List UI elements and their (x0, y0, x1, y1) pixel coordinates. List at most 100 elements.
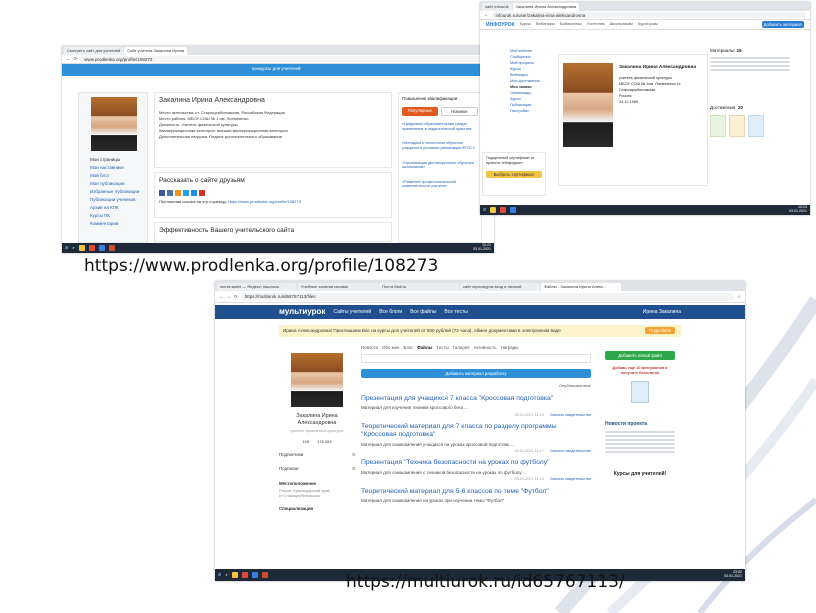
download-certificate[interactable]: Скачать свидетельство (550, 477, 591, 482)
menu-item[interactable]: Мои публикации (90, 180, 150, 188)
sort-label[interactable]: Опубликованные (361, 384, 591, 389)
menu-item[interactable]: Курсы ПК (90, 212, 150, 220)
nav-item[interactable]: Курсы (520, 21, 531, 27)
url-field[interactable]: www.prodlenka.org/profile/108273 (80, 56, 483, 62)
back-icon[interactable]: ← (484, 12, 489, 17)
menu-item[interactable]: Мои наставники (90, 164, 150, 172)
browser-tab[interactable]: Учебные занятия своими (298, 283, 378, 291)
browser-tab[interactable]: Почта Mail.ru (379, 283, 459, 291)
browser-tab[interactable]: почта майл — Яндекс: нашлось (217, 283, 297, 291)
powerpoint-icon[interactable] (261, 572, 268, 578)
download-certificate[interactable]: Скачать свидетельство (550, 449, 591, 454)
promo-button[interactable]: Выбрать сертификат (486, 171, 542, 179)
nav-item[interactable]: Вебинары (536, 21, 555, 27)
search-icon[interactable]: ⌕ (225, 572, 227, 578)
nav-item[interactable]: Кураторам (638, 21, 658, 27)
multiurok-logo[interactable]: мультиурок (279, 307, 325, 317)
reload-icon[interactable]: ⟳ (234, 294, 238, 299)
nav-item[interactable]: Учителям (587, 21, 605, 27)
courses-label[interactable]: Курсы для учителей! (605, 471, 675, 477)
browser-tab[interactable]: сайт мультиурок вход в личный (460, 283, 540, 291)
search-icon[interactable]: ⌕ (72, 245, 74, 251)
subnav-item[interactable]: Галерея (453, 345, 470, 350)
nav-item[interactable]: Все блоги (379, 309, 402, 315)
nav-item[interactable]: Сайты учителей (333, 309, 371, 315)
back-icon[interactable]: ← (219, 294, 224, 299)
browser-tab-active[interactable]: Сайт учителя Закалина Ирина (124, 47, 188, 55)
side-menu-item[interactable]: Настройки (510, 108, 554, 114)
multiurok-caption[interactable]: https://multiurok.ru/id65767113/ (346, 572, 625, 592)
subnav-item[interactable]: Обо мне (382, 345, 399, 350)
twitter-icon[interactable] (183, 189, 189, 196)
course-item[interactable]: «Организация дистанционного обучения шко… (402, 161, 478, 170)
browser-tab[interactable]: Смотреть сайт для учителей (64, 47, 124, 55)
folder-icon[interactable] (490, 207, 497, 213)
file-title[interactable]: Презентация "Техника безопасности на уро… (361, 459, 591, 467)
browser-icon[interactable] (500, 207, 507, 213)
category-field[interactable] (361, 354, 591, 364)
browser-tab-active[interactable]: Закалина Ирина Александровна (512, 3, 580, 11)
promo-button[interactable]: Подробнее (645, 327, 675, 335)
taskbar-clock[interactable]: 10:21 03.01.2021 (473, 243, 491, 252)
ok-icon[interactable] (175, 189, 181, 196)
powerpoint-icon[interactable] (108, 245, 115, 251)
subnav-item[interactable]: Новости (361, 345, 378, 350)
file-title[interactable]: Теоретический материал для 7 класса по р… (361, 423, 591, 439)
url-field[interactable]: infourok.ru/user/zakalina-irina-aleksand… (491, 12, 806, 18)
menu-item[interactable]: Мои страницы (90, 156, 150, 164)
word-icon[interactable] (510, 207, 517, 213)
windows-icon[interactable]: ⊞ (483, 207, 486, 213)
prodlenka-caption[interactable]: https://www.prodlenka.org/profile/108273 (84, 256, 438, 276)
infourok-logo[interactable]: ИНФОУРОК (486, 22, 515, 28)
mailru-icon[interactable] (191, 189, 197, 196)
menu-item[interactable]: Публикации учеников (90, 196, 150, 204)
certificate-thumb[interactable] (710, 114, 726, 137)
nav-item[interactable]: Школьникам (610, 21, 633, 27)
add-file-button[interactable]: Добавить новый файл (605, 351, 675, 361)
browser-icon[interactable] (241, 572, 248, 578)
tab-new[interactable]: Новинки (440, 107, 478, 117)
menu-item[interactable]: Мой блог (90, 172, 150, 180)
folder-icon[interactable] (78, 245, 85, 251)
tab-popular[interactable]: Популярные (402, 107, 438, 117)
browser-tab[interactable]: сайт infourok (482, 3, 512, 11)
browser-icon[interactable] (88, 245, 95, 251)
course-item[interactable]: «Развитие профессиональной компетентност… (402, 180, 478, 189)
file-title[interactable]: Презентация для учащихся 7 класса "Кросс… (361, 395, 591, 403)
user-menu[interactable]: Ирина Закалина (643, 309, 681, 315)
subnav-item[interactable]: Тесты (436, 345, 448, 350)
menu-item[interactable]: Архив на КПК (90, 204, 150, 212)
url-field[interactable]: https://multiurok.ru/id65767113/files (240, 292, 734, 301)
taskbar-clock[interactable]: 23:52 03.01.2021 (724, 570, 742, 579)
folder-icon[interactable] (231, 572, 238, 578)
menu-item[interactable]: Комментарии (90, 220, 150, 228)
share-link[interactable]: https://www.prodlenka.org/profile/108273 (228, 199, 301, 204)
file-title[interactable]: Теоретический материал для 5-6 классов п… (361, 488, 591, 496)
forward-icon[interactable]: → (227, 294, 232, 299)
word-icon[interactable] (251, 572, 258, 578)
add-material-button[interactable]: Добавить материал (761, 20, 804, 29)
subnav-item[interactable]: Награды (501, 345, 519, 350)
subnav-item[interactable]: Активность (474, 345, 497, 350)
nav-item[interactable]: Все файлы (410, 309, 436, 315)
download-certificate[interactable]: Скачать свидетельство (550, 413, 591, 418)
course-item[interactable]: «Цифровая образовательная среда» примене… (402, 122, 478, 131)
subnav-item-active[interactable]: Файлы (417, 345, 432, 350)
star-icon[interactable]: ☆ (737, 294, 741, 299)
certificate-thumb[interactable] (729, 114, 745, 137)
windows-icon[interactable]: ⊞ (65, 245, 68, 251)
menu-item[interactable]: Избранные публикации (90, 188, 150, 196)
subnav-item[interactable]: Блог (403, 345, 413, 350)
taskbar-clock[interactable]: 10:23 03.01.2021 (789, 205, 807, 214)
subscriptions-label[interactable]: Подписки (279, 466, 298, 471)
back-icon[interactable]: ← (66, 56, 71, 61)
subscribers-label[interactable]: Подписчики (279, 452, 303, 457)
header-banner-text[interactable]: конкурсы для учителей (252, 66, 301, 71)
add-material-button[interactable]: Добавить материал разработку (361, 369, 591, 379)
course-item[interactable]: «Методика и технология обучения учащихся… (402, 141, 478, 150)
reload-icon[interactable]: ⟳ (74, 56, 78, 61)
vk-icon[interactable] (167, 189, 173, 196)
nav-item[interactable]: Все тесты (444, 309, 467, 315)
google-icon[interactable] (199, 189, 205, 196)
word-icon[interactable] (98, 245, 105, 251)
